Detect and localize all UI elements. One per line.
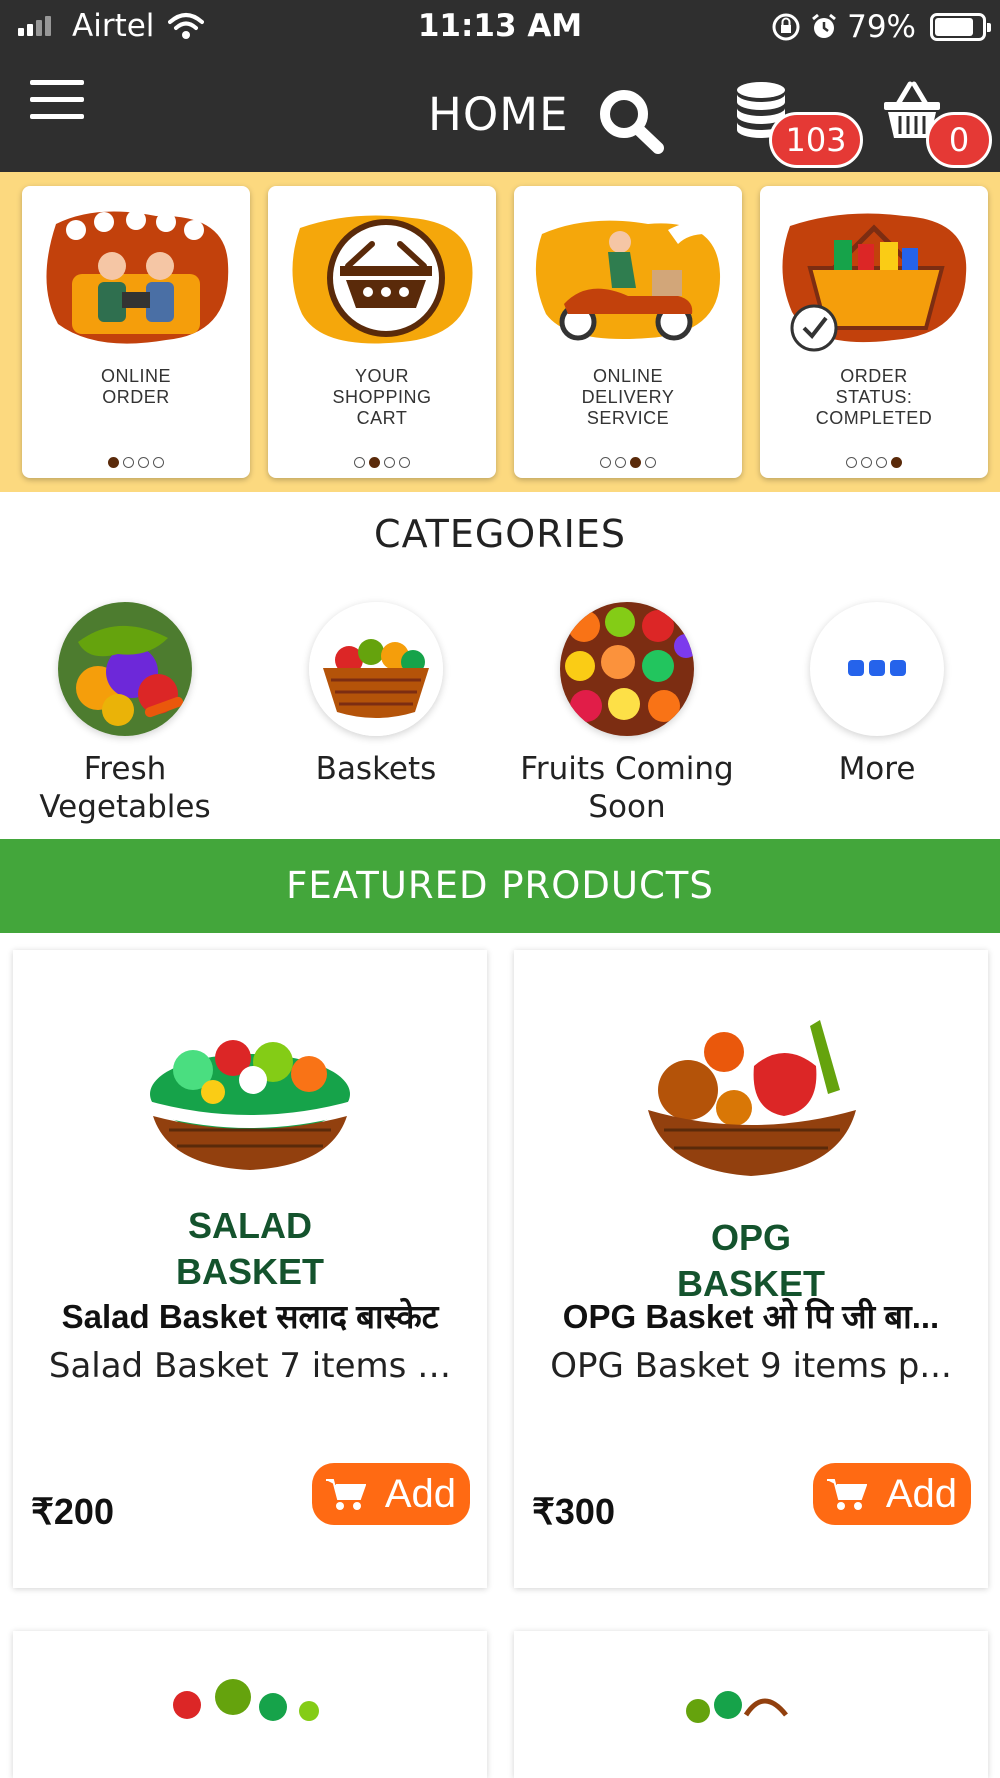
categories-title: CATEGORIES bbox=[374, 512, 626, 556]
product-image-partial bbox=[173, 1679, 319, 1721]
orientation-lock-icon bbox=[772, 13, 800, 41]
page-title: HOME bbox=[428, 88, 569, 141]
product-price: ₹200 bbox=[31, 1491, 114, 1532]
status-bar: Airtel 11:13 AM 79% bbox=[0, 0, 1000, 54]
product-card-partial[interactable] bbox=[13, 1631, 487, 1778]
promo-label: ONLINE ORDER bbox=[100, 366, 172, 407]
promo-label: ORDER STATUS: COMPLETED bbox=[815, 366, 933, 428]
product-card-opg-basket[interactable]: OPG BASKET OPG Basket ओ पि जी बा... OPG … bbox=[514, 950, 988, 1588]
carousel-dots bbox=[514, 457, 742, 468]
product-name[interactable]: Salad Basket सलाद बास्केट bbox=[13, 1293, 487, 1338]
hamburger-icon bbox=[30, 80, 84, 85]
category-label: More bbox=[838, 751, 916, 787]
status-right: 79% bbox=[771, 9, 991, 45]
vegetables-thumbnail bbox=[58, 602, 192, 736]
baskets-thumbnail bbox=[309, 602, 443, 736]
add-to-cart-button[interactable]: Add bbox=[312, 1463, 470, 1525]
category-label: Fresh Vegetables bbox=[39, 751, 211, 825]
search-button[interactable] bbox=[596, 86, 668, 156]
cart-badge: 0 bbox=[926, 112, 992, 168]
product-name[interactable]: OPG Basket ओ पि जी बा... bbox=[514, 1293, 988, 1338]
app-screen: Airtel 11:13 AM 79% HOME 103 0 ONLINE OR… bbox=[0, 0, 1000, 1778]
shopping-cart-illustration bbox=[292, 215, 473, 344]
promo-card-online-order[interactable]: ONLINE ORDER bbox=[22, 186, 250, 478]
category-more[interactable]: More bbox=[767, 602, 987, 788]
salad-basket-image: SALAD BASKET bbox=[145, 1040, 355, 1292]
opg-basket-image: OPG BASKET bbox=[648, 1020, 856, 1304]
order-completed-illustration bbox=[782, 213, 967, 352]
cart-button[interactable]: 0 bbox=[882, 80, 994, 172]
promo-label: YOUR SHOPPING CART bbox=[332, 366, 432, 428]
product-description: OPG Basket 9 items p... bbox=[550, 1346, 952, 1386]
promo-card-shopping-cart[interactable]: YOUR SHOPPING CART bbox=[268, 186, 496, 478]
carousel-dots bbox=[760, 457, 988, 468]
product-card-salad-basket[interactable]: SALAD BASKET Salad Basket सलाद बास्केट S… bbox=[13, 950, 487, 1588]
add-to-cart-button[interactable]: Add bbox=[813, 1463, 971, 1525]
product-image-partial bbox=[686, 1691, 788, 1723]
battery-icon bbox=[930, 13, 991, 41]
category-baskets[interactable]: Baskets bbox=[266, 602, 486, 788]
more-icon bbox=[810, 602, 944, 736]
promo-card-order-status[interactable]: ORDER STATUS: COMPLETED bbox=[760, 186, 988, 478]
app-header: Airtel 11:13 AM 79% HOME 103 0 bbox=[0, 0, 1000, 172]
promo-label: ONLINE DELIVERY SERVICE bbox=[581, 366, 675, 428]
search-icon bbox=[600, 90, 664, 154]
category-label: Baskets bbox=[315, 751, 437, 787]
add-label: Add bbox=[384, 1472, 456, 1516]
add-label: Add bbox=[885, 1472, 957, 1516]
opg-basket-image-text: OPG bbox=[711, 1217, 791, 1258]
fruits-thumbnail bbox=[560, 602, 694, 736]
category-fruits[interactable]: Fruits Coming Soon bbox=[517, 602, 737, 826]
category-fresh-vegetables[interactable]: Fresh Vegetables bbox=[15, 602, 235, 826]
salad-basket-image-text: SALAD bbox=[188, 1205, 312, 1246]
category-label: Fruits Coming Soon bbox=[520, 751, 734, 825]
product-description: Salad Basket 7 items … bbox=[48, 1346, 452, 1386]
featured-products-header: FEATURED PRODUCTS bbox=[0, 839, 1000, 933]
coins-button[interactable]: 103 bbox=[735, 80, 863, 172]
product-card-partial[interactable] bbox=[514, 1631, 988, 1778]
product-price: ₹300 bbox=[532, 1491, 615, 1532]
coins-badge: 103 bbox=[769, 112, 863, 168]
online-order-illustration bbox=[46, 210, 229, 344]
salad-basket-image-text: BASKET bbox=[176, 1251, 324, 1292]
cart-icon bbox=[326, 1479, 366, 1510]
carousel-dots bbox=[268, 457, 496, 468]
promo-carousel: ONLINE ORDER YOUR SHOPPING CART ONLINE D… bbox=[0, 172, 1000, 492]
delivery-scooter-illustration bbox=[535, 220, 721, 341]
menu-button[interactable] bbox=[30, 80, 84, 126]
alarm-icon bbox=[812, 13, 837, 38]
battery-percent: 79% bbox=[847, 9, 916, 45]
promo-card-delivery[interactable]: ONLINE DELIVERY SERVICE bbox=[514, 186, 742, 478]
carousel-dots bbox=[22, 457, 250, 468]
cart-icon bbox=[827, 1479, 867, 1510]
